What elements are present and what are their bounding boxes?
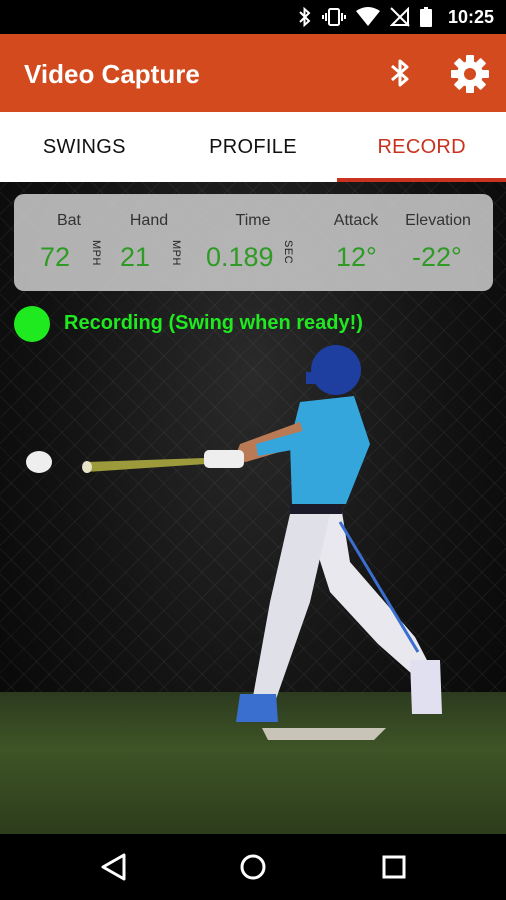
bluetooth-icon: [299, 7, 311, 27]
stat-value: 0.189: [206, 242, 274, 272]
stat-unit: MPH: [170, 240, 182, 266]
stat-label: Hand: [129, 212, 169, 229]
stat-attack: Attack 12°: [320, 194, 392, 291]
stat-elevation: Elevation -22°: [398, 194, 478, 291]
vibrate-icon: [321, 8, 346, 26]
gear-icon[interactable]: [448, 52, 492, 96]
stat-time: Time 0.189 SEC: [192, 194, 314, 291]
battery-icon: [419, 7, 432, 27]
stat-unit: MPH: [90, 240, 102, 266]
home-icon[interactable]: [233, 847, 273, 887]
stat-value: 21: [120, 242, 151, 272]
recording-status-text: Recording (Swing when ready!): [64, 312, 363, 334]
status-bar: 10:25: [0, 0, 506, 34]
system-nav-bar: [0, 834, 506, 900]
stat-value: 72: [40, 242, 71, 272]
tab-profile[interactable]: PROFILE: [169, 112, 338, 182]
stat-label: Attack: [333, 212, 379, 229]
stat-label: Bat: [56, 212, 81, 229]
status-icons: 10:25: [298, 0, 494, 34]
tab-swings[interactable]: SWINGS: [0, 112, 169, 182]
recording-indicator: [14, 306, 50, 342]
swing-stats-panel: Bat 72 MPH Hand 21 MPH Time 0.189 SEC At…: [14, 194, 493, 291]
app-title: Video Capture: [24, 59, 200, 89]
no-signal-icon: [389, 7, 410, 27]
camera-preview: Bat 72 MPH Hand 21 MPH Time 0.189 SEC At…: [0, 182, 506, 834]
recents-icon[interactable]: [374, 847, 414, 887]
bluetooth-icon[interactable]: [384, 56, 416, 90]
stat-bat: Bat 72 MPH: [26, 194, 112, 291]
tab-bar: SWINGS PROFILE RECORD: [0, 112, 506, 182]
stat-label: Elevation: [405, 212, 471, 229]
stat-value: 12°: [336, 242, 377, 272]
stat-label: Time: [235, 212, 271, 229]
stat-hand: Hand 21 MPH: [106, 194, 192, 291]
stat-unit: SEC: [282, 240, 294, 265]
tab-record[interactable]: RECORD: [337, 112, 506, 182]
app-bar: Video Capture: [0, 34, 506, 112]
wifi-icon: [355, 7, 380, 26]
stat-value: -22°: [412, 242, 462, 272]
status-time: 10:25: [447, 6, 494, 27]
back-icon[interactable]: [94, 847, 134, 887]
